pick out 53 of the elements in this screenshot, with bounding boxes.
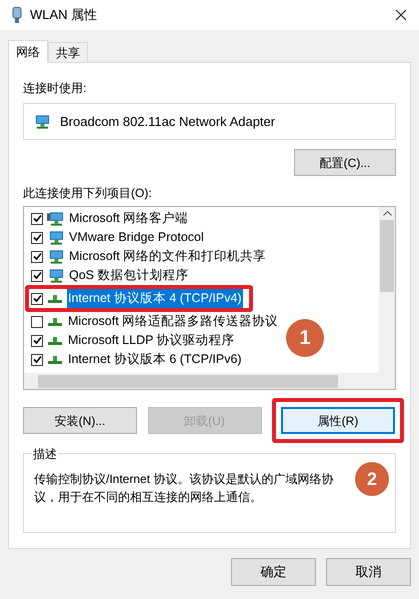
checkbox[interactable]: [31, 212, 43, 224]
dialog-button[interactable]: 确定: [231, 558, 316, 586]
list-item[interactable]: QoS 数据包计划程序: [29, 266, 190, 285]
step-badge: 1: [286, 319, 324, 357]
item-label: Microsoft 网络的文件和打印机共享: [68, 248, 268, 266]
checkbox[interactable]: [31, 292, 43, 304]
adapter-icon: [12, 7, 22, 23]
item-label: QoS 数据包计划程序: [68, 267, 190, 284]
window-title: WLAN 属性: [30, 6, 98, 24]
item-label: Microsoft 网络适配器多路传送器协议: [67, 313, 280, 330]
tab[interactable]: 网络: [8, 40, 48, 63]
list-item[interactable]: Microsoft 网络的文件和打印机共享: [29, 247, 268, 266]
item-label: Internet 协议版本 6 (TCP/IPv6): [67, 351, 243, 368]
checkbox[interactable]: [31, 232, 43, 244]
list-item[interactable]: Microsoft 网络适配器多路传送器协议: [29, 312, 280, 331]
vertical-scrollbar[interactable]: [379, 207, 395, 373]
scroll-up-icon[interactable]: [382, 211, 392, 216]
description-text: 传输控制协议/Internet 协议。该协议是默认的广域网络协议，用于在不同的相互连接的网络上通信。: [34, 471, 334, 506]
list-item[interactable]: Internet 协议版本 4 (TCP/IPv4): [29, 289, 243, 308]
tab[interactable]: 共享: [48, 42, 88, 62]
action-button[interactable]: 安装(N)...: [23, 407, 137, 434]
dialog-button[interactable]: 取消: [326, 558, 411, 586]
field-label: 连接时使用:: [23, 80, 88, 97]
horizontal-scrollbar[interactable]: [24, 373, 395, 389]
monitor-icon: [47, 250, 64, 264]
network-icon: [48, 336, 62, 344]
network-icon: [48, 294, 62, 302]
list-item[interactable]: Microsoft 网络客户端: [29, 209, 190, 228]
checkbox[interactable]: [31, 354, 43, 366]
group-legend: 描述: [32, 445, 58, 463]
adapter-field: Broadcom 802.11ac Network Adapter: [23, 103, 396, 140]
checkbox[interactable]: [31, 316, 43, 328]
item-label: Microsoft LLDP 协议驱动程序: [67, 332, 236, 350]
action-button[interactable]: 属性(R): [281, 407, 395, 434]
monitor-icon: [47, 230, 64, 244]
field-label: 此连接使用下列项目(O):: [23, 185, 153, 202]
list-item[interactable]: Internet 协议版本 6 (TCP/IPv6): [29, 350, 243, 369]
item-label: VMware Bridge Protocol: [68, 229, 205, 246]
list-item[interactable]: VMware Bridge Protocol: [29, 228, 205, 247]
configure-button[interactable]: 配置(C)...: [294, 149, 396, 176]
item-label: Microsoft 网络客户端: [68, 210, 190, 228]
step-badge: 2: [355, 462, 389, 496]
list-item[interactable]: Microsoft LLDP 协议驱动程序: [29, 331, 236, 350]
checkbox[interactable]: [31, 250, 43, 262]
item-label: Internet 协议版本 4 (TCP/IPv4): [67, 289, 243, 308]
checkbox[interactable]: [31, 270, 43, 282]
monitor-icon: [33, 114, 50, 128]
checkbox[interactable]: [31, 334, 43, 346]
network-icon: [48, 318, 62, 326]
monitor-icon: [47, 268, 64, 282]
monitor-icon: [47, 212, 64, 226]
close-icon[interactable]: [395, 9, 407, 21]
network-icon: [48, 356, 62, 364]
